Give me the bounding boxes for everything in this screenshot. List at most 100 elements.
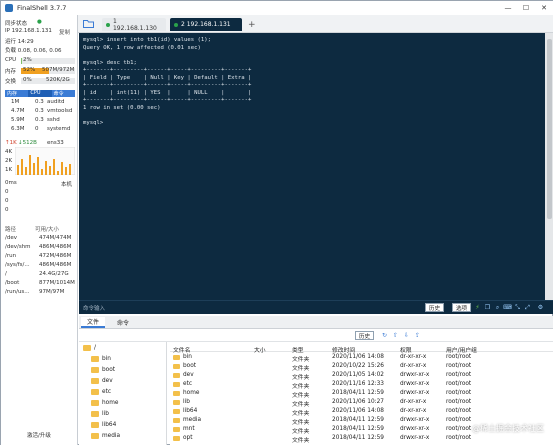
net-interface-select[interactable]: ens33 [47,140,64,146]
proc-cpu: 0.3 [35,99,44,105]
file-row[interactable]: bin 文件夹 2020/11/06 14:08 dr-xr-xr-x root/roo… [170,353,553,363]
file-history-button[interactable]: 历史 [355,331,375,340]
file-row[interactable]: lib64 文件夹 2020/11/06 14:08 dr-xr-xr-x root/r… [170,407,553,417]
maximize-button[interactable]: ☐ [517,1,535,15]
folder-icon [91,422,99,428]
close-button[interactable]: ✕ [535,1,553,15]
file-name: home [173,390,199,396]
disk-path: /dev [5,235,17,241]
tab-session-1[interactable]: 1 192.168.1.130 [102,17,166,32]
tree-item-label: lib [102,411,109,417]
file-row[interactable]: dev 文件夹 2020/11/05 14:02 drwxr-xr-x root/roo… [170,371,553,381]
file-modified: 2020/11/06 14:08 [332,408,384,414]
cpu-bar-fill [21,58,23,64]
refresh-icon[interactable]: ↻ [381,332,388,339]
file-panel-tabs: 文件 命令 [79,316,553,329]
title-bar: FinalShell 3.7.7 [1,1,553,15]
app-window: FinalShell 3.7.7 — ☐ ✕ 同步状态 ● IP 192.168… [0,0,553,445]
file-permissions: dr-xr-xr-x [400,399,427,405]
disk-path: /dev/shm [5,244,31,250]
terminal-line: +-------+---------+------+-----+--------… [83,67,252,73]
download-icon[interactable]: ⇩ [403,332,410,339]
tree-item[interactable]: home [91,400,118,406]
file-owner: root/root [446,390,472,396]
cpu-label: CPU [5,57,17,63]
proc-mem: 6.3M [11,126,25,132]
tree-item[interactable]: lib64 [91,422,116,428]
file-modified: 2020/11/06 14:08 [332,354,384,360]
expand-icon[interactable]: ⤢ [524,304,531,311]
tree-item[interactable]: media [91,433,120,439]
upload-icon[interactable]: ⇪ [414,332,421,339]
compress-icon[interactable]: ⤡ [514,304,521,311]
file-owner: root/root [446,435,472,441]
tab-session-1-label: 1 192.168.1.130 [112,17,157,32]
folder-icon [173,399,180,405]
file-name: boot [173,363,196,369]
file-owner: root/root [446,381,472,387]
up-dir-icon[interactable]: ⇧ [392,332,399,339]
history-button[interactable]: 历史 [425,303,445,312]
proc-cpu: 0.3 [35,108,44,114]
file-row[interactable]: opt 文件夹 2018/04/11 12:59 drwxr-xr-x root/roo… [170,434,553,444]
file-name: mnt [173,426,195,432]
terminal-output[interactable]: mysql> insert into tb1(id) values (1); Qu… [79,33,545,300]
proc-col-cmd[interactable]: 命令 [52,90,75,97]
disk-size: 97M/97M [39,289,65,295]
file-name-text: media [183,417,202,423]
terminal-scrollbar[interactable] [545,33,553,300]
copy-ip-button[interactable]: 复制 [59,28,70,36]
terminal-line: mysql> insert into tb1(id) values (1); [83,37,211,43]
lightning-icon[interactable]: ⚡ [474,304,481,311]
tree-item[interactable]: bin [91,356,111,362]
file-row[interactable]: lib 文件夹 2020/11/06 10:27 dr-xr-xr-x root/roo… [170,398,553,408]
proc-cmd: systemd [47,126,71,132]
mem-label: 内存 [5,69,17,75]
proc-cmd: sshd [47,117,60,123]
proc-col-cpu[interactable]: CPU [28,90,52,97]
file-modified: 2018/04/11 12:59 [332,426,384,432]
file-name: bin [173,354,192,360]
file-modified: 2020/11/16 12:33 [332,381,384,387]
keyboard-icon[interactable]: ⌨ [503,304,512,311]
file-row[interactable]: boot 文件夹 2020/10/22 15:26 dr-xr-xr-x root/ro… [170,362,553,372]
proc-col-mem[interactable]: 内存 [5,90,28,97]
file-permissions: drwxr-xr-x [400,390,430,396]
tab-session-2[interactable]: 2 192.168.1.131 [170,18,242,31]
tree-item[interactable]: / [83,345,96,351]
minimize-button[interactable]: — [499,1,517,15]
proc-cpu: 0 [35,126,39,132]
net-graph [15,147,75,175]
file-name-text: boot [183,363,197,369]
ping-host-select[interactable]: 本机 [61,180,72,188]
folder-icon[interactable] [83,19,94,28]
tab-commands[interactable]: 命令 [111,317,135,328]
net-scale-top: 4K [5,149,13,155]
tree-item[interactable]: dev [91,378,113,384]
disk-col-size: 可用/大小 [35,227,59,233]
tree-item[interactable]: boot [91,367,115,373]
ping-scale-mid: 0 [5,198,9,204]
tree-item[interactable]: lib [91,411,109,417]
settings-icon[interactable]: ⚙ [537,304,544,311]
terminal-line: Query OK, 1 row affected (0.01 sec) [83,44,201,51]
tab-files[interactable]: 文件 [81,317,106,328]
ping-latency: 0ms [5,180,17,186]
terminal-line: +-------+---------+------+-----+--------… [83,97,252,103]
proc-cpu: 0.3 [35,117,44,123]
file-row[interactable]: home 文件夹 2018/04/11 12:59 drwxr-xr-x root/ro… [170,389,553,399]
terminal-scrollbar-thumb[interactable] [547,39,552,219]
options-button[interactable]: 选项 [452,303,472,312]
tree-item[interactable]: etc [91,389,111,395]
file-permissions: drwxr-xr-x [400,417,430,423]
disk-col-path: 路径 [5,227,17,233]
swap-percent: 0% [23,77,32,83]
copy-icon[interactable]: ❐ [484,304,491,311]
command-input-bar[interactable]: 命令输入 历史 选项 ⚡ ❐ ⌕ ⌨ ⤡ ⤢ ⚙ [79,300,553,314]
file-row[interactable]: etc 文件夹 2020/11/16 12:33 drwxr-xr-x root/roo… [170,380,553,390]
terminal-line: mysql> [83,119,107,126]
search-icon[interactable]: ⌕ [494,304,501,311]
add-tab-button[interactable]: + [244,18,256,31]
upgrade-link[interactable]: 激活/升级 [27,431,51,439]
